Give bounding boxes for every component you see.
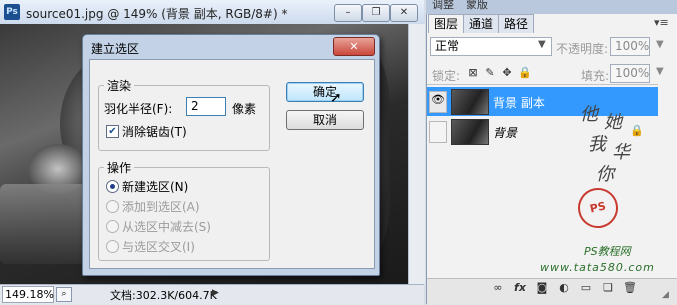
render-group bbox=[98, 85, 270, 151]
zoom-navigator-icon[interactable]: ⌕ bbox=[56, 287, 72, 302]
status-menu-arrow-icon[interactable]: ▶ bbox=[212, 288, 219, 298]
radio-new-selection-label: 新建选区(N) bbox=[122, 180, 189, 194]
blend-mode-select[interactable]: 正常 bbox=[430, 37, 552, 56]
panel-menu-icon[interactable]: ▾≡ bbox=[654, 16, 669, 29]
layer-row-background-copy[interactable]: 👁 背景 副本 bbox=[427, 87, 658, 116]
new-layer-icon[interactable]: ❏ bbox=[600, 281, 616, 295]
tab-layers[interactable]: 图层 bbox=[428, 14, 464, 33]
lock-transparent-icon[interactable]: ⊠ bbox=[467, 67, 479, 79]
close-document-button[interactable]: ✕ bbox=[390, 4, 418, 22]
document-info: 文档:302.3K/604.7K bbox=[110, 289, 217, 302]
layer-visibility-toggle[interactable] bbox=[429, 121, 447, 143]
trash-icon[interactable]: 🗑 bbox=[622, 281, 638, 295]
radio-new-selection[interactable] bbox=[106, 180, 119, 193]
lock-all-icon[interactable]: 🔒 bbox=[518, 67, 532, 79]
antialias-label: 消除锯齿(T) bbox=[122, 125, 187, 139]
opacity-arrow-icon[interactable]: ▼ bbox=[656, 39, 664, 50]
watermark-char: 她 bbox=[604, 112, 622, 133]
fill-label: 填充: bbox=[581, 69, 610, 83]
resize-grip-icon[interactable]: ◢ bbox=[662, 290, 669, 300]
radio-add-to-selection[interactable] bbox=[106, 200, 119, 213]
radio-subtract-from-selection-label: 从选区中减去(S) bbox=[122, 220, 211, 234]
lock-image-icon[interactable]: ✎ bbox=[484, 67, 496, 79]
opacity-label: 不透明度: bbox=[556, 42, 609, 56]
fx-icon[interactable]: fx bbox=[512, 281, 528, 295]
fill-arrow-icon[interactable]: ▼ bbox=[656, 66, 664, 77]
mouse-cursor-icon: ➚ bbox=[330, 90, 342, 106]
feather-radius-label: 羽化半径(F): bbox=[104, 102, 173, 116]
eye-icon: 👁 bbox=[431, 93, 445, 106]
watermark-site-name: PS教程网 bbox=[584, 245, 631, 258]
photoshop-app-icon: Ps bbox=[4, 4, 20, 20]
adjustment-icon[interactable]: ◐ bbox=[556, 281, 572, 295]
ok-button[interactable]: 确定 bbox=[286, 82, 364, 102]
fill-input[interactable]: 100% bbox=[610, 64, 650, 83]
watermark-url: www.tata580.com bbox=[540, 261, 655, 274]
watermark-char: 华 bbox=[612, 142, 630, 163]
feather-unit-label: 像素 bbox=[232, 102, 257, 116]
tab-paths[interactable]: 路径 bbox=[498, 14, 534, 33]
radio-intersect-selection-label: 与选区交叉(I) bbox=[122, 240, 195, 254]
dialog-body: 渲染 羽化半径(F): 2 像素 ✔ 消除锯齿(T) 操作 新建选区(N) 添加… bbox=[89, 59, 375, 269]
folder-icon[interactable]: ▭ bbox=[578, 281, 594, 295]
layers-panel-footer bbox=[427, 278, 677, 305]
radio-intersect-selection[interactable] bbox=[106, 240, 119, 253]
link-icon[interactable]: ∞ bbox=[490, 281, 506, 295]
vertical-scrollbar[interactable] bbox=[408, 24, 425, 284]
cancel-button[interactable]: 取消 bbox=[286, 110, 364, 130]
document-title-bar[interactable]: Ps source01.jpg @ 149% (背景 副本, RGB/8#) *… bbox=[0, 0, 424, 25]
mask-icon[interactable]: ◙ bbox=[534, 281, 550, 295]
operation-group-label: 操作 bbox=[104, 159, 135, 176]
radio-subtract-from-selection[interactable] bbox=[106, 220, 119, 233]
adjustments-tab[interactable]: 调整 bbox=[432, 0, 454, 12]
zoom-level-field[interactable]: 149.18% bbox=[2, 286, 54, 303]
document-title: source01.jpg @ 149% (背景 副本, RGB/8#) * bbox=[26, 7, 288, 21]
dialog-close-button[interactable]: ✕ bbox=[333, 37, 375, 56]
render-group-label: 渲染 bbox=[104, 77, 135, 94]
feather-radius-input[interactable]: 2 bbox=[186, 97, 226, 116]
layer-name[interactable]: 背景 bbox=[493, 124, 517, 141]
watermark-char: 他 bbox=[580, 104, 598, 125]
tab-channels[interactable]: 通道 bbox=[463, 14, 499, 33]
layer-thumbnail bbox=[451, 89, 489, 115]
lock-position-icon[interactable]: ✥ bbox=[501, 67, 513, 79]
lock-label: 锁定: bbox=[432, 69, 461, 83]
watermark-char: 我 bbox=[588, 134, 606, 155]
watermark-char: 你 bbox=[596, 164, 614, 185]
radio-add-to-selection-label: 添加到选区(A) bbox=[122, 200, 200, 214]
masks-tab[interactable]: 蒙版 bbox=[466, 0, 488, 12]
panel-top-strip: 调整 蒙版 bbox=[426, 0, 677, 14]
minimize-button[interactable]: – bbox=[334, 4, 362, 22]
dialog-title: 建立选区 bbox=[91, 42, 140, 56]
antialias-checkbox[interactable]: ✔ bbox=[106, 125, 119, 138]
opacity-input[interactable]: 100% bbox=[610, 37, 650, 56]
layer-thumbnail bbox=[451, 119, 489, 145]
layer-lock-icon: 🔒 bbox=[630, 124, 644, 137]
make-selection-dialog: 建立选区 ✕ 渲染 羽化半径(F): 2 像素 ✔ 消除锯齿(T) 操作 新建选… bbox=[82, 34, 380, 276]
layer-name[interactable]: 背景 副本 bbox=[493, 94, 545, 111]
blend-mode-arrow-icon: ▼ bbox=[538, 39, 546, 50]
maximize-button[interactable]: ❐ bbox=[362, 4, 390, 22]
